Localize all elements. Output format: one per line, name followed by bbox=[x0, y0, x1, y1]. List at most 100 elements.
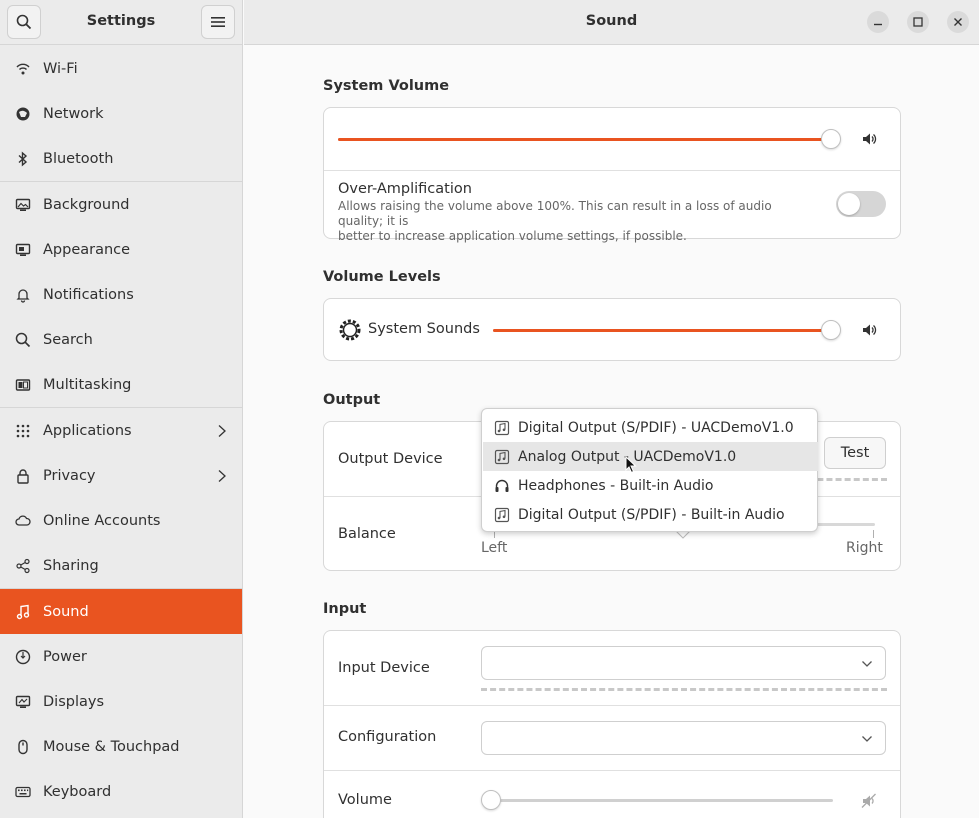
balance-label: Balance bbox=[338, 526, 396, 542]
sidebar-item-label: Notifications bbox=[43, 286, 134, 303]
output-option-analog-uac[interactable]: Analog Output - UACDemoV1.0 bbox=[483, 442, 818, 471]
sidebar-item-label: Multitasking bbox=[43, 376, 132, 393]
chevron-right-icon bbox=[218, 424, 226, 437]
balance-left-label: Left bbox=[481, 540, 508, 556]
bell-icon bbox=[14, 286, 32, 304]
sidebar-item-mouse-touchpad[interactable]: Mouse & Touchpad bbox=[0, 724, 242, 769]
hamburger-icon bbox=[211, 17, 225, 27]
sidebar: Settings Wi-Fi Network Bluetooth Backgro… bbox=[0, 0, 243, 818]
audio-card-icon bbox=[494, 449, 510, 464]
volume-levels-heading: Volume Levels bbox=[323, 269, 441, 285]
system-sounds-slider-knob[interactable] bbox=[821, 320, 841, 340]
sidebar-item-keyboard[interactable]: Keyboard bbox=[0, 769, 242, 814]
menu-button[interactable] bbox=[201, 5, 235, 39]
bluetooth-icon bbox=[14, 150, 32, 168]
speaker-icon[interactable] bbox=[861, 322, 877, 338]
sidebar-item-background[interactable]: Background bbox=[0, 182, 242, 227]
sidebar-item-label: Mouse & Touchpad bbox=[43, 738, 180, 755]
appearance-icon bbox=[14, 241, 32, 259]
maximize-button[interactable] bbox=[907, 11, 929, 33]
display-icon bbox=[14, 693, 32, 711]
system-sounds-slider-fill bbox=[493, 329, 833, 332]
minimize-icon bbox=[874, 23, 882, 26]
input-device-label: Input Device bbox=[338, 660, 430, 676]
chevron-down-icon bbox=[862, 736, 872, 742]
input-device-dropdown[interactable] bbox=[481, 646, 886, 680]
description-line: Allows raising the volume above 100%. Th… bbox=[338, 199, 772, 228]
sidebar-item-label: Sound bbox=[43, 603, 89, 620]
sidebar-item-applications[interactable]: Applications bbox=[0, 408, 242, 453]
sidebar-item-label: Background bbox=[43, 196, 130, 213]
output-heading: Output bbox=[323, 392, 381, 408]
configuration-dropdown[interactable] bbox=[481, 721, 886, 755]
system-sounds-gear-icon bbox=[339, 319, 361, 341]
multitasking-icon bbox=[14, 376, 32, 394]
audio-card-icon bbox=[494, 420, 510, 435]
input-card: Input Device Configuration Volume bbox=[323, 630, 901, 818]
input-volume-label: Volume bbox=[338, 792, 392, 808]
input-level-meter bbox=[481, 688, 887, 691]
test-button[interactable]: Test bbox=[824, 437, 886, 469]
system-volume-card: Over-Amplification Allows raising the vo… bbox=[323, 107, 901, 243]
sidebar-item-wifi[interactable]: Wi-Fi bbox=[0, 46, 242, 91]
sidebar-item-search[interactable]: Search bbox=[0, 317, 242, 362]
sidebar-item-label: Privacy bbox=[43, 467, 96, 484]
sidebar-item-notifications[interactable]: Notifications bbox=[0, 272, 242, 317]
over-amplification-description: Allows raising the volume above 100%. Th… bbox=[338, 199, 808, 244]
option-label: Digital Output (S/PDIF) - Built-in Audio bbox=[518, 506, 785, 523]
output-device-label: Output Device bbox=[338, 451, 443, 467]
sidebar-header: Settings bbox=[0, 0, 242, 45]
system-volume-slider-knob[interactable] bbox=[821, 129, 841, 149]
audio-card-icon bbox=[494, 507, 510, 522]
output-option-digital-uac[interactable]: Digital Output (S/PDIF) - UACDemoV1.0 bbox=[483, 413, 818, 442]
maximize-icon bbox=[913, 17, 923, 27]
sidebar-item-appearance[interactable]: Appearance bbox=[0, 227, 242, 272]
chevron-down-icon bbox=[862, 661, 872, 667]
input-volume-slider-knob[interactable] bbox=[481, 790, 501, 810]
sidebar-item-label: Wi-Fi bbox=[43, 60, 78, 77]
sidebar-item-online-accounts[interactable]: Online Accounts bbox=[0, 498, 242, 543]
option-label: Headphones - Built-in Audio bbox=[518, 477, 714, 494]
input-heading: Input bbox=[323, 601, 367, 617]
output-option-headphones[interactable]: Headphones - Built-in Audio bbox=[483, 471, 818, 500]
sidebar-item-label: Displays bbox=[43, 693, 105, 710]
input-volume-slider[interactable] bbox=[493, 799, 833, 802]
balance-tick bbox=[873, 530, 874, 538]
mouse-icon bbox=[14, 738, 32, 756]
speaker-icon[interactable] bbox=[861, 131, 877, 147]
system-volume-heading: System Volume bbox=[323, 78, 450, 94]
lock-icon bbox=[14, 467, 32, 485]
keyboard-icon bbox=[14, 783, 32, 801]
description-line: better to increase application volume se… bbox=[338, 229, 687, 243]
sidebar-item-displays[interactable]: Displays bbox=[0, 679, 242, 724]
sidebar-item-label: Power bbox=[43, 648, 87, 665]
over-amplification-title: Over-Amplification bbox=[338, 181, 472, 197]
sidebar-item-label: Bluetooth bbox=[43, 150, 114, 167]
sidebar-item-label: Search bbox=[43, 331, 93, 348]
sidebar-item-network[interactable]: Network bbox=[0, 91, 242, 136]
output-option-digital-builtin[interactable]: Digital Output (S/PDIF) - Built-in Audio bbox=[483, 500, 818, 529]
music-note-icon bbox=[14, 603, 32, 621]
apps-grid-icon bbox=[14, 422, 32, 440]
sidebar-item-power[interactable]: Power bbox=[0, 634, 242, 679]
sidebar-item-multitasking[interactable]: Multitasking bbox=[0, 362, 242, 407]
sidebar-item-privacy[interactable]: Privacy bbox=[0, 453, 242, 498]
sidebar-item-label: Sharing bbox=[43, 557, 99, 574]
minimize-button[interactable] bbox=[867, 11, 889, 33]
system-sounds-label: System Sounds bbox=[368, 321, 480, 337]
sidebar-item-sharing[interactable]: Sharing bbox=[0, 543, 242, 588]
sidebar-item-bluetooth[interactable]: Bluetooth bbox=[0, 136, 242, 181]
chevron-right-icon bbox=[218, 469, 226, 482]
close-button[interactable] bbox=[947, 11, 969, 33]
power-icon bbox=[14, 648, 32, 666]
cloud-icon bbox=[14, 512, 32, 530]
sidebar-item-sound[interactable]: Sound bbox=[0, 589, 242, 634]
search-icon bbox=[14, 331, 32, 349]
balance-right-label: Right bbox=[846, 540, 883, 556]
over-amplification-toggle[interactable] bbox=[836, 191, 886, 217]
network-icon bbox=[14, 105, 32, 123]
system-volume-slider-fill bbox=[338, 138, 833, 141]
configuration-label: Configuration bbox=[338, 729, 437, 745]
output-device-menu: Digital Output (S/PDIF) - UACDemoV1.0 An… bbox=[481, 408, 818, 532]
speaker-muted-icon[interactable] bbox=[861, 793, 877, 809]
